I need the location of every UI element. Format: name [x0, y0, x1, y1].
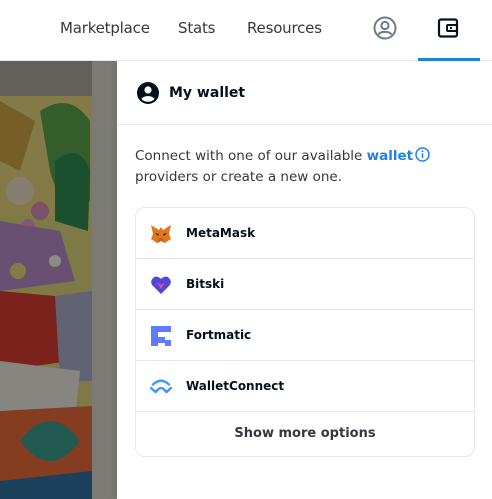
background-artwork — [0, 61, 117, 499]
wallet-link[interactable]: wallet — [367, 148, 413, 164]
provider-fortmatic[interactable]: Fortmatic — [136, 310, 474, 361]
provider-name: MetaMask — [186, 226, 256, 240]
provider-bitski[interactable]: Bitski — [136, 259, 474, 310]
nav-link-marketplace[interactable]: Marketplace — [60, 19, 150, 37]
provider-name: Fortmatic — [186, 328, 252, 342]
nav-link-resources[interactable]: Resources — [247, 19, 322, 37]
wallet-provider-list: MetaMask Bitski Fortmatic WalletConnect … — [135, 207, 475, 457]
provider-metamask[interactable]: MetaMask — [136, 208, 474, 259]
show-more-options-button[interactable]: Show more options — [136, 412, 474, 456]
panel-title: My wallet — [169, 85, 246, 101]
info-icon[interactable] — [415, 147, 430, 162]
intro-text-before: Connect with one of our available — [135, 148, 367, 164]
nav-link-stats[interactable]: Stats — [178, 19, 215, 37]
provider-name: WalletConnect — [186, 379, 285, 393]
provider-name: Bitski — [186, 277, 225, 291]
account-circle-icon[interactable] — [372, 15, 398, 41]
bitski-icon — [149, 273, 173, 297]
metamask-fox-icon — [149, 222, 173, 246]
active-tab-indicator — [418, 58, 480, 61]
fortmatic-icon — [149, 324, 173, 348]
top-navigation: Marketplace Stats Resources — [0, 0, 492, 61]
overlay-dim — [0, 61, 117, 499]
panel-header: My wallet — [117, 61, 492, 125]
wallet-panel: My wallet Connect with one of our availa… — [117, 61, 492, 499]
provider-walletconnect[interactable]: WalletConnect — [136, 361, 474, 412]
account-circle-filled-icon — [136, 81, 160, 105]
walletconnect-icon — [149, 375, 173, 399]
intro-text-after: providers or create a new one. — [135, 169, 342, 185]
panel-intro-text: Connect with one of our available wallet… — [135, 146, 455, 188]
wallet-icon[interactable] — [435, 15, 461, 41]
